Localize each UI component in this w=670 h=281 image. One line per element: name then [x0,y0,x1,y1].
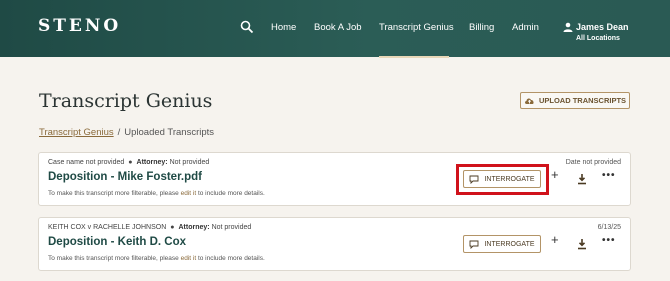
edit-link[interactable]: edit it [181,255,197,262]
download-icon[interactable] [577,173,587,185]
nav-admin[interactable]: Admin [512,22,539,33]
meta-bullet: ● [170,224,175,231]
hint-text-end: to include more details. [196,190,265,197]
user-name[interactable]: James Dean [576,22,629,32]
interrogate-button[interactable]: INTERROGATE [463,235,541,253]
attorney-label: Attorney: [178,224,210,231]
edit-link[interactable]: edit it [181,190,197,197]
user-icon[interactable] [563,22,573,32]
breadcrumb-root[interactable]: Transcript Genius [39,127,114,138]
interrogate-label: INTERROGATE [484,240,535,248]
nav-billing[interactable]: Billing [469,22,494,33]
upload-transcripts-label: UPLOAD TRANSCRIPTS [538,96,627,105]
case-name: KEITH COX v RACHELLE JOHNSON [48,224,167,231]
case-meta: KEITH COX v RACHELLE JOHNSON ● Attorney: N… [48,224,251,231]
top-navigation-bar: STENO Home Book A Job Transcript Genius … [0,0,670,58]
attorney-label: Attorney: [136,159,168,166]
breadcrumb-current: Uploaded Transcripts [124,127,215,138]
chat-bubble-icon [470,240,479,249]
attorney-value: Not provided [169,159,210,166]
highlight-box [456,164,549,195]
nav-transcript-genius[interactable]: Transcript Genius [379,22,454,33]
search-icon[interactable] [240,20,254,34]
add-icon[interactable]: + [551,167,559,182]
steno-logo[interactable]: STENO [38,16,121,36]
hint-text: To make this transcript more filterable,… [48,255,181,262]
transcript-title[interactable]: Deposition - Mike Foster.pdf [48,171,202,183]
attorney-value: Not provided [211,224,252,231]
add-icon[interactable]: + [551,232,559,247]
active-nav-indicator [379,56,449,58]
upload-transcripts-button[interactable]: UPLOAD TRANSCRIPTS [520,92,630,109]
case-meta: Case name not provided ● Attorney: Not pro… [48,159,209,166]
transcript-date: Date not provided [565,159,621,166]
user-location[interactable]: All Locations [576,35,620,42]
nav-book-a-job[interactable]: Book A Job [314,22,362,33]
more-options-icon[interactable]: ••• [602,170,616,181]
transcript-title[interactable]: Deposition - Keith D. Cox [48,236,186,248]
filterable-hint: To make this transcript more filterable,… [48,255,265,262]
transcript-card[interactable]: KEITH COX v RACHELLE JOHNSON ● Attorney: N… [38,217,631,271]
transcript-date: 6/13/25 [597,224,621,231]
page-title: Transcript Genius [39,90,213,112]
breadcrumb-separator: / [117,127,121,138]
meta-bullet: ● [128,159,133,166]
nav-home[interactable]: Home [271,22,296,33]
breadcrumb: Transcript Genius / Uploaded Transcripts [39,127,214,138]
filterable-hint: To make this transcript more filterable,… [48,190,265,197]
hint-text: To make this transcript more filterable,… [48,190,181,197]
download-icon[interactable] [577,238,587,250]
more-options-icon[interactable]: ••• [602,235,616,246]
cloud-upload-icon [524,98,534,104]
case-name: Case name not provided [48,159,125,166]
hint-text-end: to include more details. [196,255,265,262]
